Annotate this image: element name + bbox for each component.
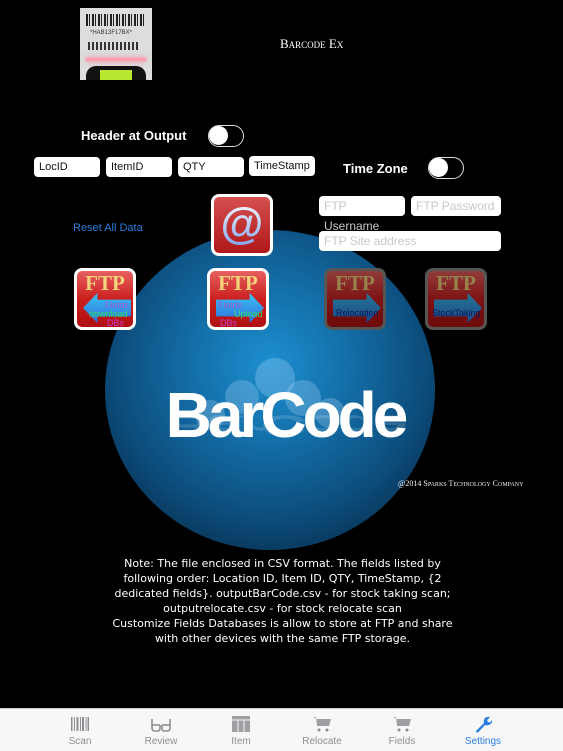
ftp-download-fields-button[interactable]: FTP Fields download DBs	[74, 268, 136, 330]
field-qty[interactable]: QTY	[178, 157, 244, 177]
barcode-image	[88, 42, 138, 50]
reset-all-data-link[interactable]: Reset All Data	[73, 222, 143, 234]
tab-relocate[interactable]: Relocate	[287, 709, 357, 751]
button-text: Upload	[234, 309, 263, 319]
note-line: with other devices with the same FTP sto…	[154, 632, 411, 645]
ftp-site-address-input[interactable]: FTP Site address	[319, 231, 501, 251]
tab-label: Scan	[68, 736, 92, 747]
tab-label: Review	[144, 736, 178, 747]
glasses-icon	[151, 719, 171, 732]
tab-label: Relocate	[302, 736, 342, 747]
toggle-knob	[429, 158, 448, 177]
copyright-text: @2014 Sparks Technology Company	[398, 479, 524, 488]
note-line: Customize Fields Databases is allow to s…	[112, 617, 453, 630]
tab-fields[interactable]: Fields	[367, 709, 437, 751]
ftp-label: FTP	[85, 271, 125, 295]
app-title: Barcode Ex	[280, 36, 344, 51]
tab-label: Settings	[464, 736, 502, 747]
button-text: StockTaking	[432, 308, 481, 318]
csv-format-note: Note: The file enclosed in CSV format. T…	[70, 556, 495, 646]
barcode-image	[86, 14, 144, 26]
note-line: following order: Location ID, Item ID, Q…	[123, 572, 442, 585]
time-zone-label: Time Zone	[343, 161, 408, 176]
ftp-label: FTP	[218, 271, 258, 295]
table-icon	[232, 716, 250, 732]
ftp-relocation-button[interactable]: FTP Relocation	[324, 268, 386, 330]
ftp-username-input[interactable]: FTP Username	[319, 196, 405, 233]
ftp-label: FTP	[335, 271, 375, 295]
barcode-logo-reflection: BarCode	[165, 409, 405, 442]
barcode-scan-thumbnail: *HAB13F17BX*	[80, 8, 152, 80]
header-at-output-toggle[interactable]	[208, 125, 244, 147]
toggle-knob	[209, 126, 228, 145]
note-line: dedicated fields}. outputBarCode.csv - f…	[114, 587, 451, 600]
cart-icon	[313, 717, 331, 732]
button-text: DBs	[220, 318, 238, 328]
button-text: Relocation	[336, 308, 379, 318]
scanner-screen	[100, 70, 132, 80]
ftp-upload-fields-button[interactable]: FTP Fields Upload DBs	[207, 268, 269, 330]
wrench-icon	[476, 716, 493, 733]
ftp-stocktaking-button[interactable]: FTP StockTaking	[425, 268, 487, 330]
header-at-output-label: Header at Output	[81, 128, 187, 143]
at-sign-icon: @	[214, 199, 270, 249]
button-text: DBs	[107, 318, 125, 328]
ftp-label: FTP	[436, 271, 476, 295]
tab-review[interactable]: Review	[126, 709, 196, 751]
scanner-laser	[86, 58, 146, 61]
note-line: outputrelocate.csv - for stock relocate …	[163, 602, 402, 615]
tab-item[interactable]: Item	[206, 709, 276, 751]
tab-settings[interactable]: Settings	[448, 709, 518, 751]
tab-bar: Scan Review Item Relocate Fields Setting…	[0, 708, 563, 751]
tab-label: Item	[231, 736, 251, 747]
tab-scan[interactable]: Scan	[45, 709, 115, 751]
field-timestamp[interactable]: TimeStamp	[249, 156, 315, 176]
field-itemid[interactable]: ItemID	[106, 157, 172, 177]
tab-label: Fields	[388, 736, 416, 747]
email-button[interactable]: @	[211, 194, 273, 256]
note-line: Note: The file enclosed in CSV format. T…	[124, 557, 441, 570]
barcode-text: *HAB13F17BX*	[90, 30, 133, 36]
cart-icon	[393, 717, 411, 732]
barcode-icon	[71, 717, 89, 731]
ftp-password-input[interactable]: FTP Password	[411, 196, 501, 216]
time-zone-toggle[interactable]	[428, 157, 464, 179]
field-locid[interactable]: LocID	[34, 157, 100, 177]
